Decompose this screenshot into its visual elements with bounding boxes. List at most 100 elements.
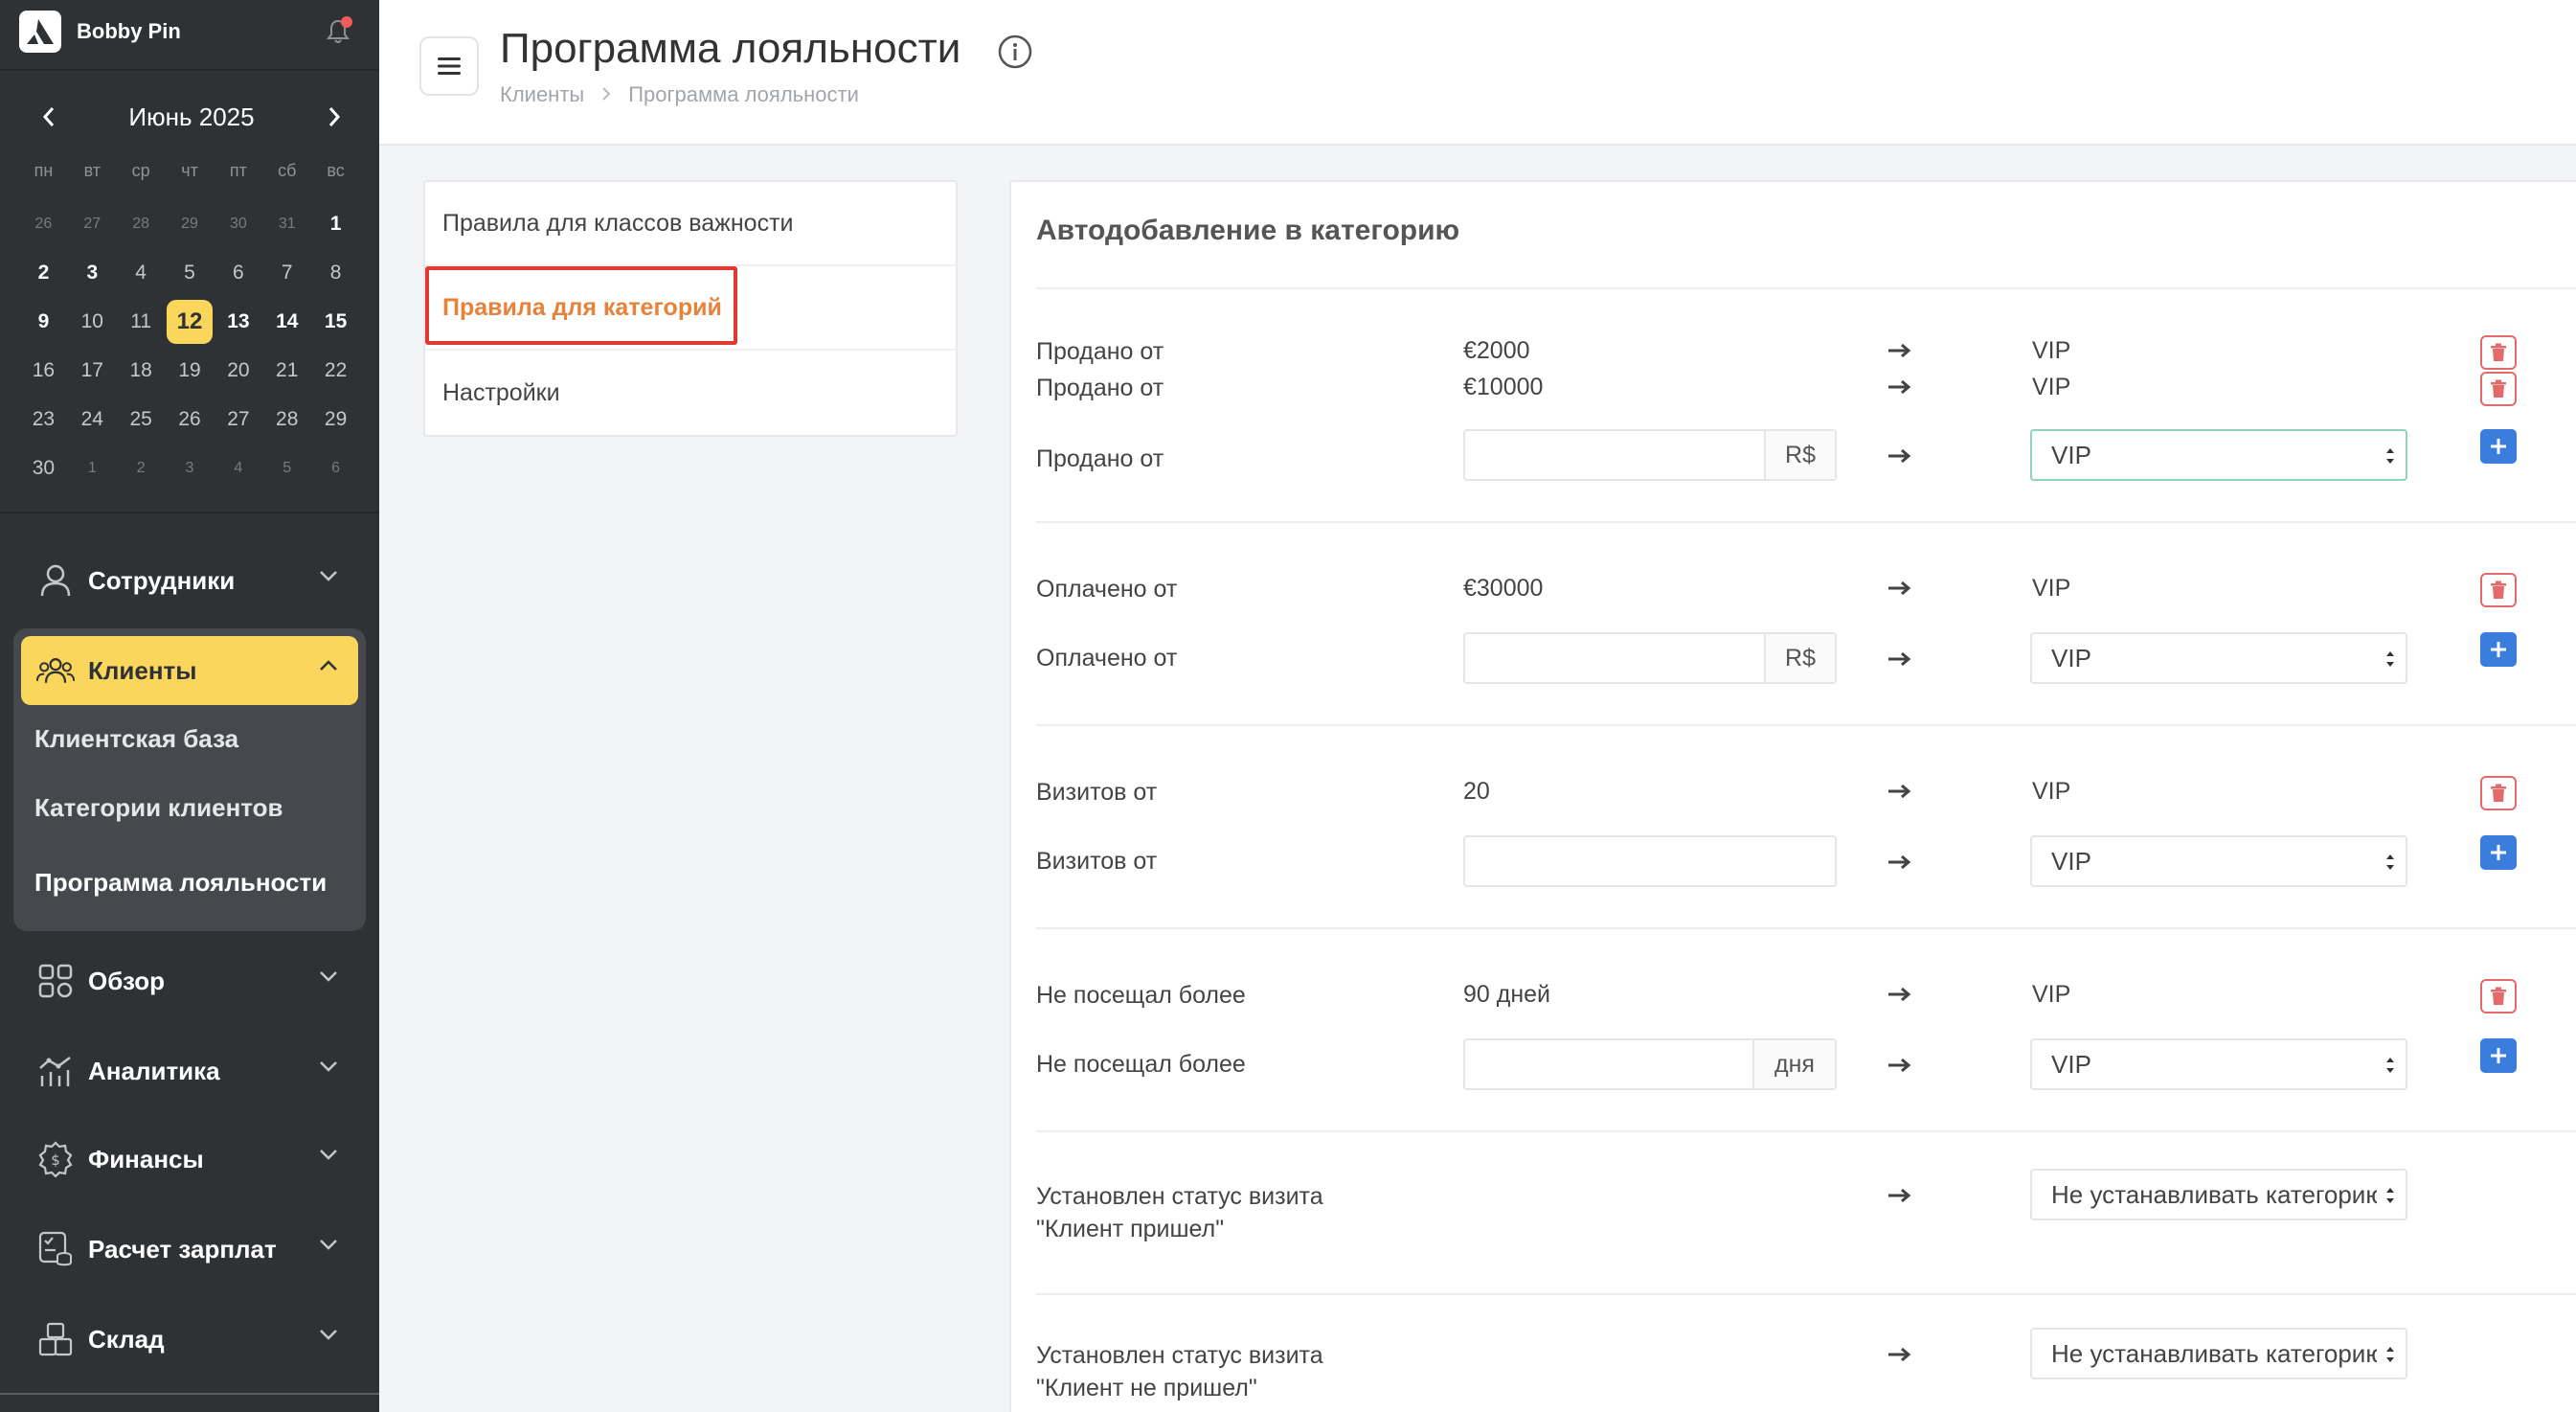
- calendar-day[interactable]: 6: [214, 251, 262, 295]
- tab-importance-classes[interactable]: Правила для классов важности: [425, 182, 956, 266]
- nav-finance[interactable]: $ Финансы: [21, 1125, 358, 1194]
- calendar-day[interactable]: 26: [19, 202, 68, 246]
- nav-overview[interactable]: Обзор: [21, 946, 358, 1015]
- calendar-day[interactable]: 23: [19, 398, 68, 442]
- breadcrumb-clients[interactable]: Клиенты: [500, 82, 584, 107]
- calendar-day[interactable]: 2: [19, 251, 68, 295]
- calendar-day[interactable]: 17: [68, 349, 117, 393]
- calendar-day[interactable]: 29: [166, 202, 215, 246]
- calendar-day[interactable]: 18: [117, 349, 166, 393]
- calendar-day[interactable]: 27: [214, 398, 262, 442]
- calendar-day[interactable]: 15: [311, 300, 360, 344]
- select-arrows-icon: [2386, 1058, 2394, 1073]
- calendar-day[interactable]: 14: [262, 300, 311, 344]
- calendar-header: Июнь 2025: [0, 94, 379, 140]
- plus-icon: [2491, 1048, 2506, 1063]
- paid-amount-input[interactable]: [1465, 634, 1764, 682]
- not-visited-days-group: дня: [1463, 1038, 1837, 1090]
- calendar-day[interactable]: 24: [68, 398, 117, 442]
- submenu-client-categories[interactable]: Категории клиентов: [34, 793, 283, 823]
- calendar-day[interactable]: 16: [19, 349, 68, 393]
- calendar-day[interactable]: 13: [214, 300, 262, 344]
- add-rule-button[interactable]: [2480, 1038, 2517, 1073]
- calendar-day[interactable]: 21: [262, 349, 311, 393]
- arrow-right-icon: [1888, 343, 1911, 358]
- delete-rule-button[interactable]: [2480, 573, 2517, 607]
- calendar-day[interactable]: 3: [68, 251, 117, 295]
- calendar-day[interactable]: 1: [68, 446, 117, 490]
- calendar-day[interactable]: 25: [117, 398, 166, 442]
- rule-label: Визитов от: [1036, 779, 1158, 806]
- calendar-prev-icon[interactable]: [34, 102, 63, 131]
- calendar-day[interactable]: 20: [214, 349, 262, 393]
- arrow-right-icon: [1888, 987, 1911, 1002]
- days-addon: дня: [1752, 1040, 1835, 1088]
- sold-amount-input[interactable]: [1465, 431, 1764, 479]
- delete-rule-button[interactable]: [2480, 979, 2517, 1013]
- calendar-day[interactable]: 27: [68, 202, 117, 246]
- sidebar: Bobby Pin Июнь 2025 пн вт ср чт пт сб вс…: [0, 0, 379, 1412]
- calendar-day[interactable]: 7: [262, 251, 311, 295]
- delete-rule-button[interactable]: [2480, 335, 2517, 370]
- calendar-day[interactable]: 28: [262, 398, 311, 442]
- calendar-day[interactable]: 6: [311, 446, 360, 490]
- info-icon[interactable]: [998, 34, 1032, 69]
- calendar-day[interactable]: 30: [19, 446, 68, 490]
- calendar-day[interactable]: 31: [262, 202, 311, 246]
- nav-salary[interactable]: Расчет зарплат: [21, 1215, 358, 1284]
- nav-employees-label: Сотрудники: [88, 565, 236, 595]
- status-came-label-line1: Установлен статус визита: [1036, 1183, 1323, 1210]
- add-rule-button[interactable]: [2480, 835, 2517, 870]
- tab-settings[interactable]: Настройки: [425, 351, 956, 435]
- delete-rule-button[interactable]: [2480, 776, 2517, 810]
- sold-category-select[interactable]: VIP: [2030, 429, 2407, 481]
- tab-category-rules[interactable]: Правила для категорий: [425, 266, 956, 351]
- calendar-day[interactable]: 10: [68, 300, 117, 344]
- add-rule-button[interactable]: [2480, 632, 2517, 667]
- brand[interactable]: Bobby Pin: [19, 11, 360, 53]
- calendar-day[interactable]: 5: [262, 446, 311, 490]
- calendar-day[interactable]: 30: [214, 202, 262, 246]
- calendar-day[interactable]: 5: [166, 251, 215, 295]
- submenu-loyalty-program[interactable]: Программа лояльности: [34, 868, 327, 898]
- calendar-day[interactable]: 11: [117, 300, 166, 344]
- calendar-day[interactable]: 29: [311, 398, 360, 442]
- paid-amount-group: R$: [1463, 632, 1837, 684]
- calendar-day[interactable]: 8: [311, 251, 360, 295]
- calendar-day[interactable]: 4: [117, 251, 166, 295]
- rule-category: VIP: [2032, 575, 2071, 602]
- calendar-day[interactable]: 28: [117, 202, 166, 246]
- nav-clients[interactable]: Клиенты: [21, 636, 358, 705]
- calendar-next-icon[interactable]: [320, 102, 349, 131]
- visits-count-input[interactable]: [1465, 837, 1835, 885]
- submenu-client-base[interactable]: Клиентская база: [34, 724, 238, 754]
- status-came-category-select[interactable]: Не устанавливать категорию: [2030, 1169, 2407, 1220]
- new-rule-label: Не посещал более: [1036, 1051, 1246, 1078]
- nav-analytics[interactable]: Аналитика: [21, 1036, 358, 1105]
- menu-toggle-button[interactable]: [419, 36, 479, 96]
- weekday-label: сб: [278, 160, 297, 180]
- rule-value: €10000: [1463, 374, 1544, 400]
- calendar-day[interactable]: 3: [166, 446, 215, 490]
- delete-rule-button[interactable]: [2480, 372, 2517, 406]
- not-visited-category-select[interactable]: VIP: [2030, 1038, 2407, 1090]
- calendar-day[interactable]: 26: [166, 398, 215, 442]
- calendar-day[interactable]: 19: [166, 349, 215, 393]
- calendar-day[interactable]: 1: [311, 202, 360, 246]
- nav-warehouse[interactable]: Склад: [21, 1305, 358, 1374]
- paid-category-select[interactable]: VIP: [2030, 632, 2407, 684]
- nav-employees[interactable]: Сотрудники: [21, 546, 358, 615]
- notification-bell-icon[interactable]: [326, 16, 352, 45]
- users-group-icon: [36, 651, 75, 690]
- chevron-down-icon: [318, 1148, 339, 1166]
- trash-icon: [2491, 581, 2506, 599]
- calendar-day[interactable]: 4: [214, 446, 262, 490]
- not-visited-days-input[interactable]: [1465, 1040, 1752, 1088]
- calendar-day-today[interactable]: 12: [167, 299, 213, 344]
- calendar-day[interactable]: 22: [311, 349, 360, 393]
- calendar-day[interactable]: 2: [117, 446, 166, 490]
- visits-category-select[interactable]: VIP: [2030, 835, 2407, 887]
- calendar-day[interactable]: 9: [19, 300, 68, 344]
- status-not-came-category-select[interactable]: Не устанавливать категорию: [2030, 1328, 2407, 1379]
- add-rule-button[interactable]: [2480, 429, 2517, 464]
